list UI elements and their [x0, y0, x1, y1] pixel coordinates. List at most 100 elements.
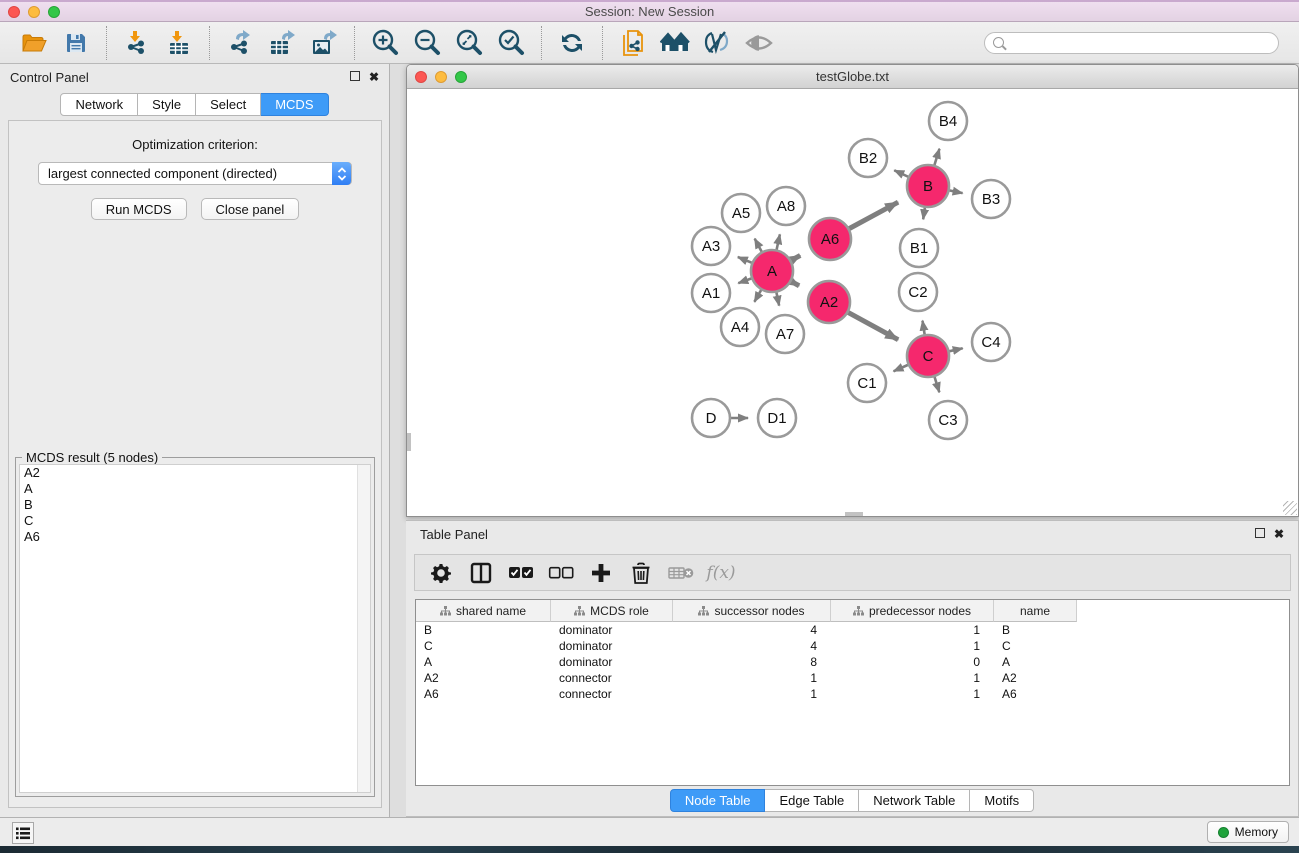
mcds-panel: Optimization criterion: largest connecte… [8, 120, 382, 808]
close-panel-button[interactable]: Close panel [201, 198, 300, 220]
svg-text:A5: A5 [732, 205, 750, 222]
optimization-criterion-dropdown[interactable]: largest connected component (directed) [38, 162, 352, 185]
table-row[interactable]: Bdominator41B [416, 622, 1289, 638]
node-A4[interactable]: A4 [721, 308, 759, 346]
open-file-icon[interactable] [16, 26, 52, 60]
node-A[interactable]: A [751, 250, 793, 292]
result-item[interactable]: B [20, 497, 370, 513]
dropdown-value: largest connected component (directed) [48, 166, 277, 181]
vertical-scroll-nub[interactable] [407, 433, 411, 451]
node-C4[interactable]: C4 [972, 323, 1010, 361]
net-minimize-button[interactable] [435, 71, 447, 83]
result-scrollbar[interactable] [357, 465, 370, 792]
console-button[interactable] [12, 822, 34, 844]
tab-edge-table[interactable]: Edge Table [765, 789, 859, 812]
cell: A [994, 655, 1077, 669]
node-B4[interactable]: B4 [929, 102, 967, 140]
node-A8[interactable]: A8 [767, 187, 805, 225]
node-A1[interactable]: A1 [692, 274, 730, 312]
tab-style[interactable]: Style [138, 93, 196, 116]
unselect-all-icon[interactable] [545, 558, 577, 588]
network-canvas[interactable]: B4 B2 B B3 A8 A5 A6 A3 B1 A C2 A1 A2 A4A7 C4 C C1 C3 D D1 [407, 89, 1298, 516]
delete-table-icon[interactable] [665, 558, 697, 588]
node-A3[interactable]: A3 [692, 227, 730, 265]
run-mcds-button[interactable]: Run MCDS [91, 198, 187, 220]
export-network-icon[interactable] [222, 26, 258, 60]
tab-node-table[interactable]: Node Table [670, 789, 766, 812]
status-bar: Memory [0, 817, 1299, 846]
resize-grip[interactable] [1283, 501, 1297, 515]
export-table-icon[interactable] [264, 26, 300, 60]
node-D1[interactable]: D1 [758, 399, 796, 437]
node-C3[interactable]: C3 [929, 401, 967, 439]
node-D[interactable]: D [692, 399, 730, 437]
first-neighbors-icon[interactable] [657, 26, 693, 60]
import-table-icon[interactable] [161, 26, 197, 60]
node-B1[interactable]: B1 [900, 229, 938, 267]
network-window-titlebar[interactable]: testGlobe.txt [407, 65, 1298, 89]
float-panel-icon[interactable] [350, 71, 360, 81]
tab-select[interactable]: Select [196, 93, 261, 116]
function-builder-icon[interactable]: f(x) [705, 558, 737, 588]
close-panel-icon[interactable]: ✖ [369, 71, 379, 83]
new-network-from-selection-icon[interactable] [615, 26, 651, 60]
zoom-fit-icon[interactable] [451, 26, 487, 60]
column-header-name[interactable]: name [994, 600, 1077, 622]
table-row[interactable]: Cdominator41C [416, 638, 1289, 654]
show-hide-icon[interactable] [741, 26, 777, 60]
refresh-icon[interactable] [554, 26, 590, 60]
import-network-icon[interactable] [119, 26, 155, 60]
result-item[interactable]: C [20, 513, 370, 529]
memory-button[interactable]: Memory [1207, 821, 1289, 843]
result-item[interactable]: A6 [20, 529, 370, 545]
gear-icon[interactable] [425, 558, 457, 588]
mcds-result-list[interactable]: A2ABCA6 [19, 464, 371, 793]
node-B3[interactable]: B3 [972, 180, 1010, 218]
net-close-button[interactable] [415, 71, 427, 83]
tab-mcds[interactable]: MCDS [261, 93, 328, 116]
minimize-window-button[interactable] [28, 6, 40, 18]
maximize-window-button[interactable] [48, 6, 60, 18]
result-item[interactable]: A [20, 481, 370, 497]
column-header-MCDS-role[interactable]: MCDS role [551, 600, 673, 622]
node-A5[interactable]: A5 [722, 194, 760, 232]
zoom-out-icon[interactable] [409, 26, 445, 60]
tab-motifs[interactable]: Motifs [970, 789, 1034, 812]
mcds-result-group: MCDS result (5 nodes) A2ABCA6 [15, 457, 375, 797]
export-image-icon[interactable] [306, 26, 342, 60]
tab-network-table[interactable]: Network Table [859, 789, 970, 812]
node-B[interactable]: B [907, 165, 949, 207]
delete-column-icon[interactable] [625, 558, 657, 588]
zoom-selected-icon[interactable] [493, 26, 529, 60]
node-A7[interactable]: A7 [766, 315, 804, 353]
table-row[interactable]: A6connector11A6 [416, 686, 1289, 702]
save-session-icon[interactable] [58, 26, 94, 60]
node-C[interactable]: C [907, 335, 949, 377]
node-C2[interactable]: C2 [899, 273, 937, 311]
column-header-predecessor-nodes[interactable]: predecessor nodes [831, 600, 994, 622]
svg-text:D: D [706, 410, 717, 427]
float-table-panel-icon[interactable] [1255, 528, 1265, 538]
column-header-shared-name[interactable]: shared name [416, 600, 551, 622]
select-all-icon[interactable] [505, 558, 537, 588]
edge-C-C1 [894, 364, 909, 371]
net-maximize-button[interactable] [455, 71, 467, 83]
node-C1[interactable]: C1 [848, 364, 886, 402]
node-B2[interactable]: B2 [849, 139, 887, 177]
add-column-icon[interactable] [585, 558, 617, 588]
table-row[interactable]: A2connector11A2 [416, 670, 1289, 686]
tab-network[interactable]: Network [60, 93, 138, 116]
result-item[interactable]: A2 [20, 465, 370, 481]
column-select-icon[interactable] [465, 558, 497, 588]
table-row[interactable]: Adominator80A [416, 654, 1289, 670]
horizontal-scroll-nub[interactable] [845, 512, 863, 516]
column-header-successor-nodes[interactable]: successor nodes [673, 600, 831, 622]
hide-labels-icon[interactable] [699, 26, 735, 60]
node-A2[interactable]: A2 [808, 281, 850, 323]
search-box[interactable] [984, 32, 1279, 54]
zoom-in-icon[interactable] [367, 26, 403, 60]
close-table-panel-icon[interactable]: ✖ [1274, 528, 1284, 540]
search-input[interactable] [1009, 36, 1270, 50]
node-A6[interactable]: A6 [809, 218, 851, 260]
close-window-button[interactable] [8, 6, 20, 18]
